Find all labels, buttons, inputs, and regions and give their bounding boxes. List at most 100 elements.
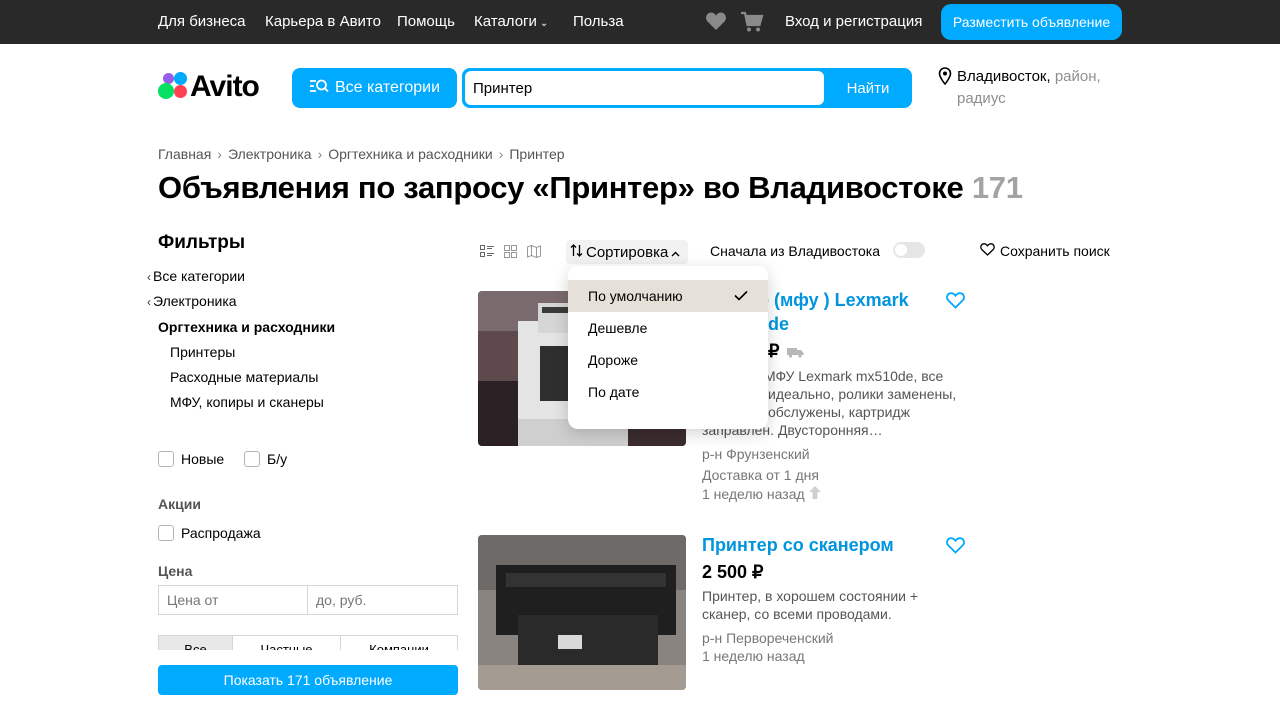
breadcrumb-printer[interactable]: Принтер — [509, 146, 564, 162]
sort-option-date[interactable]: По дате — [568, 376, 768, 408]
location-district: район, — [1054, 68, 1101, 85]
sale-checkbox[interactable]: Распродажа — [158, 525, 261, 541]
promo-heading: Акции — [158, 496, 201, 512]
city-first-label: Сначала из Владивостока — [710, 243, 880, 259]
sort-option-cheaper[interactable]: Дешевле — [568, 312, 768, 344]
for-business-link[interactable]: Для бизнеса — [158, 13, 246, 30]
sort-option-label: По дате — [588, 384, 640, 400]
top-navigation-bar: Для бизнеса Карьера в Авито Помощь Катал… — [0, 0, 1280, 44]
sort-button[interactable]: Сортировка — [566, 240, 688, 264]
condition-used-label: Б/у — [267, 451, 288, 467]
listing-date: 1 неделю назад — [702, 648, 805, 664]
sale-label: Распродажа — [181, 525, 261, 541]
career-link[interactable]: Карьера в Авито — [265, 13, 381, 30]
condition-new-label: Новые — [181, 451, 225, 467]
search-button[interactable]: Найти — [824, 68, 912, 108]
listing-image[interactable] — [478, 535, 686, 690]
sort-option-label: Дороже — [588, 352, 638, 368]
filter-current-category: Оргтехника и расходники — [158, 319, 336, 335]
catalogs-label: Каталоги — [474, 13, 537, 30]
breadcrumb-office[interactable]: Оргтехника и расходники — [328, 146, 492, 162]
sort-label: Сортировка — [586, 243, 669, 261]
listing-price: ₽ — [768, 341, 780, 361]
breadcrumb: Главная › Электроника › Оргтехника и расходн… — [158, 146, 565, 162]
favorite-heart-icon[interactable] — [946, 537, 965, 559]
sort-option-label: Дешевле — [588, 320, 648, 336]
grid-view-icon[interactable] — [504, 245, 517, 263]
favorite-heart-icon[interactable] — [946, 292, 965, 314]
location-pin-icon — [938, 67, 952, 92]
chevron-right-icon: › — [217, 146, 222, 162]
filter-sub-consumables[interactable]: Расходные материалы — [170, 369, 318, 385]
listing-date-text: 1 неделю назад — [702, 486, 805, 502]
sort-arrows-icon — [570, 243, 583, 261]
filter-sub-printers[interactable]: Принтеры — [170, 344, 235, 360]
all-categories-label: Все категории — [334, 79, 441, 96]
listing-title-line2[interactable]: de — [768, 314, 789, 335]
sort-option-label: По умолчанию — [588, 288, 683, 304]
login-link[interactable]: Вход и регистрация — [785, 13, 922, 30]
breadcrumb-electronics[interactable]: Электроника — [228, 146, 312, 162]
show-results-button[interactable]: Показать 171 объявление — [158, 665, 458, 695]
help-link[interactable]: Помощь — [397, 13, 455, 30]
logo-text: Avito — [190, 70, 260, 103]
chevron-right-icon: › — [317, 146, 323, 162]
avito-logo[interactable]: Avito — [158, 70, 268, 103]
filter-electronics-label: Электроника — [153, 293, 237, 309]
checkbox-box[interactable] — [158, 451, 174, 467]
catalogs-link[interactable]: Каталоги ⌄ — [474, 13, 548, 30]
benefit-link[interactable]: Польза — [573, 13, 624, 30]
location-selector[interactable]: Владивосток, район, радиус — [938, 66, 1138, 110]
listing-title[interactable]: Принтер со сканером — [702, 535, 894, 556]
save-search-button[interactable]: Сохранить поиск — [980, 243, 1110, 259]
price-to-input[interactable] — [307, 585, 458, 615]
listing-description-line: сканер, со всеми проводами. — [702, 606, 892, 622]
checkmark-icon — [734, 288, 748, 304]
filter-sub-mfu[interactable]: МФУ, копиры и сканеры — [170, 394, 324, 410]
cart-icon[interactable] — [740, 11, 764, 38]
city-first-toggle[interactable] — [893, 242, 925, 258]
sort-option-expensive[interactable]: Дороже — [568, 344, 768, 376]
condition-used-checkbox[interactable]: Б/у — [244, 451, 287, 467]
filters-heading: Фильтры — [158, 232, 246, 253]
toggle-knob — [895, 244, 907, 256]
delivery-truck-icon — [787, 345, 804, 363]
checkbox-box[interactable] — [244, 451, 260, 467]
search-bar: Найти — [462, 68, 912, 108]
promoted-arrow-icon — [808, 486, 821, 502]
heart-outline-icon — [980, 243, 995, 259]
listing-price: 2 500 ₽ — [702, 562, 764, 582]
checkbox-box[interactable] — [158, 525, 174, 541]
save-search-label: Сохранить поиск — [1000, 243, 1110, 259]
listing-description: Принтер, в хорошем состоянии + сканер, с… — [702, 587, 972, 623]
location-radius: радиус — [957, 90, 1006, 107]
post-ad-button[interactable]: Разместить объявление — [941, 4, 1122, 40]
favorites-heart-icon[interactable] — [705, 11, 727, 36]
listing-title[interactable]: р (мфу ) Lexmark — [758, 290, 909, 311]
filters-fade — [150, 650, 470, 665]
listing-description-line: Принтер, в хорошем состоянии + — [702, 588, 919, 604]
chevron-up-icon — [671, 244, 680, 261]
results-count: 171 — [971, 170, 1023, 205]
logo-dots-icon — [158, 72, 188, 102]
listing-district: р-н Первореченский — [702, 630, 834, 646]
chevron-left-icon: ‹ — [147, 295, 151, 309]
sort-option-default[interactable]: По умолчанию — [568, 280, 768, 312]
all-categories-button[interactable]: Все категории — [292, 68, 457, 108]
price-from-input[interactable] — [158, 585, 308, 615]
listing-date: 1 неделю назад — [702, 486, 821, 502]
sort-dropdown: По умолчанию Дешевле Дороже По дате — [568, 266, 768, 429]
categories-search-icon — [309, 78, 329, 99]
list-view-icon[interactable] — [480, 245, 494, 263]
chevron-right-icon: › — [498, 146, 504, 162]
filter-all-categories-label: Все категории — [153, 268, 245, 284]
price-heading: Цена — [158, 563, 193, 579]
filter-all-categories[interactable]: ‹ Все категории — [147, 268, 245, 284]
breadcrumb-home[interactable]: Главная — [158, 146, 211, 162]
search-input[interactable] — [465, 71, 824, 105]
map-view-icon[interactable] — [527, 244, 541, 263]
filter-electronics[interactable]: ‹ Электроника — [147, 293, 237, 309]
page-title: Объявления по запросу «Принтер» во Влади… — [158, 170, 1023, 206]
condition-new-checkbox[interactable]: Новые — [158, 451, 224, 467]
location-city: Владивосток, — [957, 68, 1051, 85]
